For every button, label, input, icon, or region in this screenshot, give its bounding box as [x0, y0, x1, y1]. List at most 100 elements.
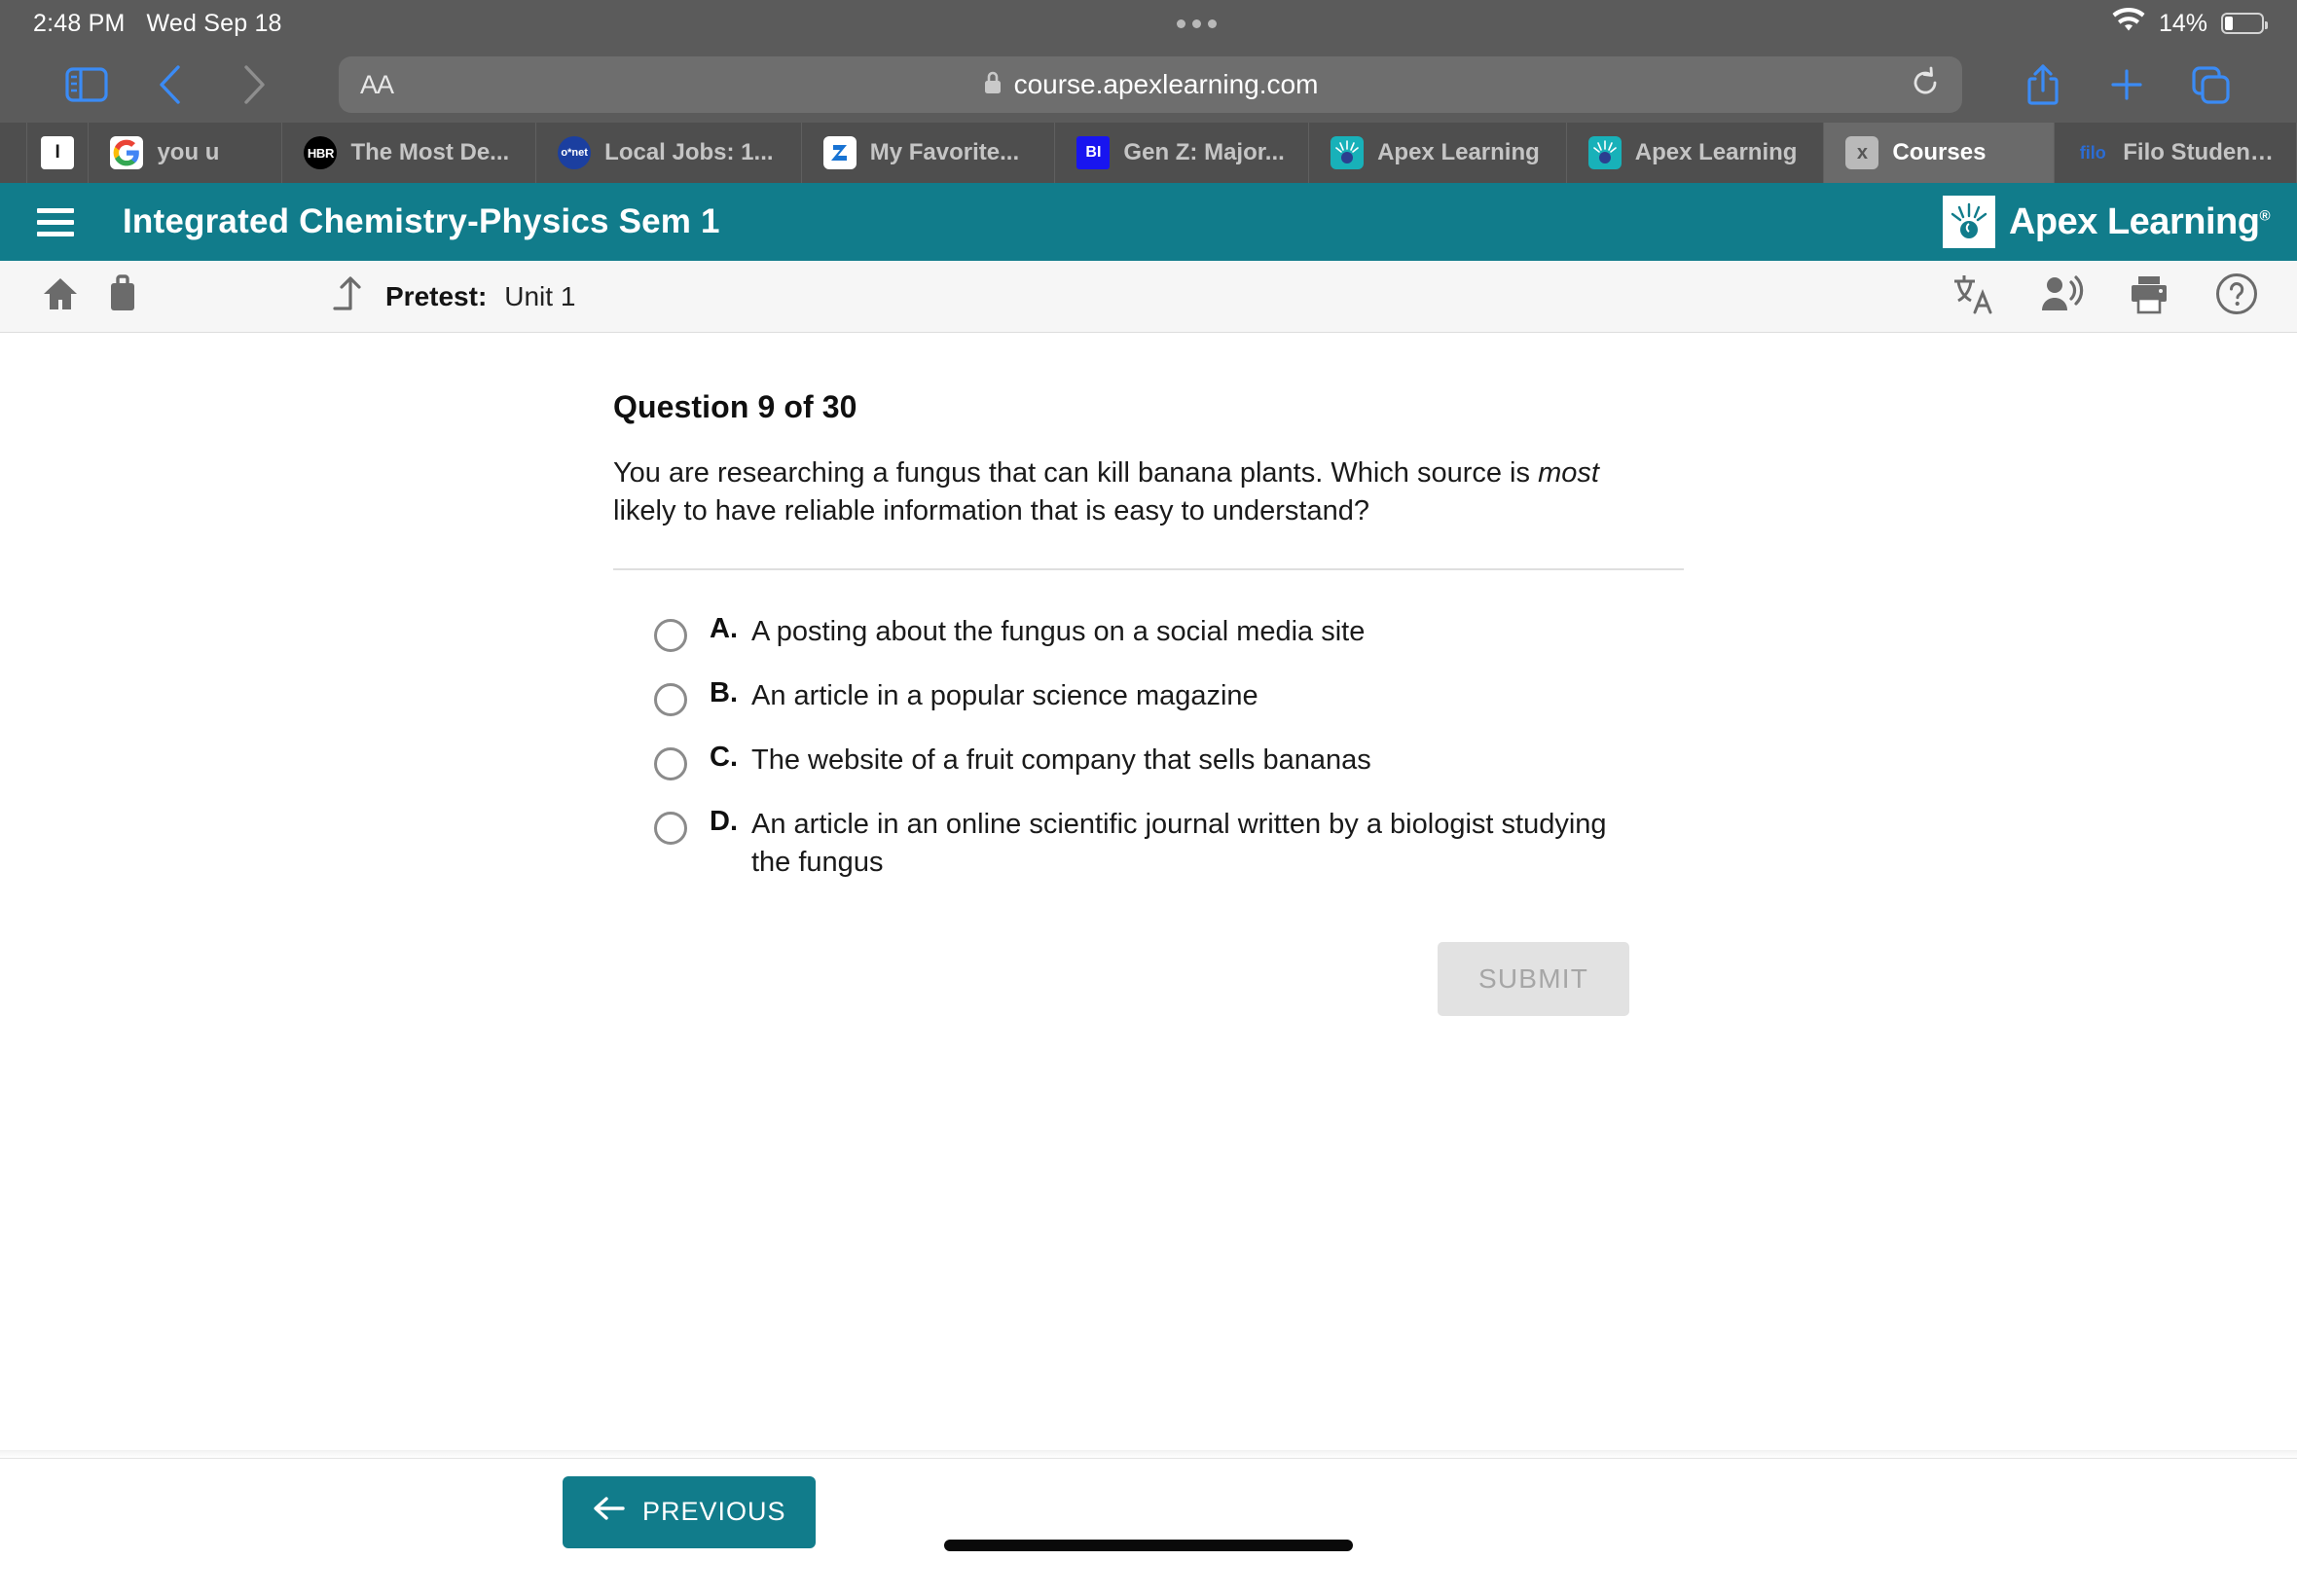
arrow-left-icon: [592, 1495, 625, 1529]
tab-label: The Most De...: [350, 139, 510, 165]
chevron-left-icon: [157, 63, 184, 106]
question-stem-emphasis: most: [1538, 457, 1599, 489]
status-bar-center: [282, 18, 2112, 28]
question-stem-part2: likely to have reliable information that…: [613, 494, 1369, 526]
choice-text: An article in an online scientific journ…: [751, 809, 1607, 879]
share-icon: [2024, 62, 2061, 107]
choice-letter: C.: [710, 742, 738, 774]
previous-button-label: PREVIOUS: [642, 1497, 786, 1526]
radio-button[interactable]: [654, 683, 687, 717]
browser-tab[interactable]: Apex Learning: [1309, 123, 1567, 183]
previous-button[interactable]: PREVIOUS: [563, 1475, 816, 1548]
briefcase-button[interactable]: [91, 266, 154, 328]
address-bar[interactable]: AA course.apexlearning.com: [339, 56, 1962, 113]
new-tab-button[interactable]: [2085, 55, 2169, 114]
tab-label: Courses: [1892, 139, 1987, 165]
browser-tab[interactable]: filo Filo Student:...: [2055, 123, 2297, 183]
chevron-right-icon: [240, 63, 268, 106]
zety-icon: [822, 136, 857, 169]
sidebar-toggle-button[interactable]: [45, 55, 128, 114]
status-date: Wed Sep 18: [146, 9, 282, 37]
text-size-button[interactable]: AA: [360, 70, 394, 100]
wifi-icon: [2112, 7, 2145, 40]
battery-icon: [2221, 13, 2268, 34]
tab-label: Apex Learning: [1377, 139, 1540, 165]
choice-text: An article in a popular science magazine: [751, 680, 1258, 712]
forward-button[interactable]: [212, 55, 296, 114]
hbr-icon: HBR: [304, 136, 338, 169]
url-text: course.apexlearning.com: [1013, 69, 1319, 99]
choice-text: The website of a fruit company that sell…: [751, 744, 1371, 777]
hamburger-menu-icon[interactable]: [37, 207, 88, 236]
three-dots-icon: [1177, 18, 1218, 28]
briefcase-icon: [105, 274, 140, 318]
radio-button[interactable]: [654, 747, 687, 781]
answer-choice-b[interactable]: B. An article in a popular science magaz…: [654, 677, 1684, 717]
status-time: 2:48 PM: [33, 9, 126, 37]
answer-choice-a[interactable]: A. A posting about the fungus on a socia…: [654, 613, 1684, 653]
brand-name: Apex Learning®: [2008, 200, 2270, 242]
back-button[interactable]: [128, 55, 212, 114]
apex-icon: [1331, 136, 1365, 169]
choice-letter: A.: [710, 613, 738, 645]
section-divider: [613, 568, 1684, 571]
home-indicator: [944, 1540, 1353, 1551]
read-aloud-icon: [2039, 273, 2084, 319]
question-page: Question 9 of 30 You are researching a f…: [0, 333, 2297, 1450]
browser-toolbar: AA course.apexlearning.com: [0, 47, 2297, 123]
filo-icon: filo: [2079, 142, 2106, 163]
print-button[interactable]: [2118, 266, 2180, 328]
browser-tab-active[interactable]: x Courses: [1824, 123, 2056, 183]
radio-button[interactable]: [654, 619, 687, 653]
radio-button[interactable]: [654, 812, 687, 846]
answer-choice-d[interactable]: D. An article in an online scientific jo…: [654, 806, 1684, 882]
breadcrumb: Pretest: Unit 1: [329, 273, 1943, 319]
footer-bar: PREVIOUS: [0, 1458, 2297, 1565]
answer-choices: A. A posting about the fungus on a socia…: [613, 613, 1684, 882]
battery-percent: 14%: [2158, 9, 2207, 37]
status-bar: 2:48 PM Wed Sep 18 14%: [0, 0, 2297, 47]
choice-letter: B.: [710, 677, 738, 709]
tab-label: Apex Learning: [1634, 139, 1798, 165]
x-icon: x: [1845, 136, 1879, 169]
tabs-icon: [2189, 63, 2232, 106]
help-button[interactable]: [2206, 266, 2268, 328]
apex-logo-mark-icon: [1942, 196, 1995, 248]
choice-text: A posting about the fungus on a social m…: [751, 616, 1366, 648]
answer-choice-c[interactable]: C. The website of a fruit company that s…: [654, 742, 1684, 781]
trademark-symbol: ®: [2259, 206, 2270, 224]
tab-label: My Favorite...: [869, 139, 1020, 165]
home-button[interactable]: [29, 266, 91, 328]
sub-toolbar-actions: [1943, 266, 2268, 328]
tabs-overview-button[interactable]: [2169, 55, 2252, 114]
sidebar-icon: [65, 67, 108, 102]
translate-button[interactable]: [1943, 266, 2005, 328]
status-bar-right: 14%: [2112, 7, 2268, 40]
browser-tab[interactable]: HBR The Most De...: [282, 123, 537, 183]
translate-icon: [1951, 272, 1996, 320]
tab-label: Local Jobs: 1...: [604, 139, 774, 165]
question-stem-part1: You are researching a fungus that can ki…: [613, 457, 1539, 489]
submit-row: SUBMIT: [613, 942, 1684, 1017]
question-container: Question 9 of 30 You are researching a f…: [613, 333, 1684, 1017]
page-title: Integrated Chemistry-Physics Sem 1: [123, 202, 720, 240]
share-button[interactable]: [2001, 55, 2085, 114]
submit-button[interactable]: SUBMIT: [1438, 942, 1629, 1017]
browser-tab[interactable]: o*net Local Jobs: 1...: [536, 123, 802, 183]
browser-tab[interactable]: I: [27, 123, 90, 183]
brand-logo: Apex Learning®: [1942, 196, 2270, 248]
onet-icon: o*net: [558, 136, 592, 169]
browser-tab[interactable]: Apex Learning: [1567, 123, 1825, 183]
footer-shadow: [0, 1450, 2297, 1458]
read-aloud-button[interactable]: [2030, 266, 2093, 328]
question-stem: You are researching a fungus that can ki…: [613, 454, 1625, 529]
lock-icon: [983, 70, 1003, 100]
browser-tab[interactable]: My Favorite...: [802, 123, 1056, 183]
browser-tab[interactable]: BI Gen Z: Major...: [1055, 123, 1310, 183]
print-icon: [2127, 273, 2171, 319]
ipad-browser-chrome: 2:48 PM Wed Sep 18 14% AA course.apexlea…: [0, 0, 2297, 183]
google-icon: [110, 136, 144, 169]
upload-arrow-icon[interactable]: [329, 273, 368, 319]
browser-tab[interactable]: you u: [89, 123, 283, 183]
reload-button[interactable]: [1910, 66, 1941, 104]
